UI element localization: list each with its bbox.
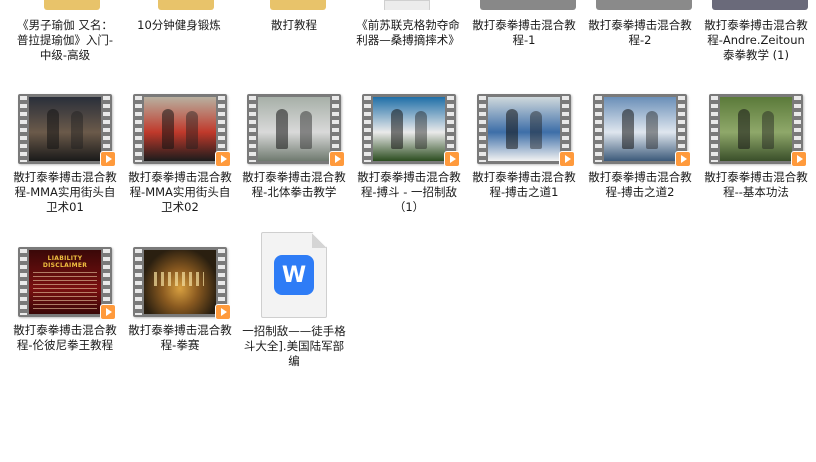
file-item[interactable]: 10分钟健身锻炼	[127, 18, 231, 33]
file-item[interactable]: 散打泰拳搏击混合教程-搏击之道1	[472, 94, 576, 200]
video-frame	[488, 97, 560, 161]
video-frame	[29, 97, 101, 161]
play-icon	[100, 151, 116, 167]
video-thumbnail[interactable]	[362, 94, 460, 167]
file-item[interactable]: 散打泰拳搏击混合教程-1	[472, 18, 576, 48]
play-icon	[215, 304, 231, 320]
folder-icon[interactable]	[158, 0, 214, 10]
file-label: 散打泰拳搏击混合教程-MMA实用街头自卫术01	[13, 170, 117, 214]
file-label: 散打泰拳搏击混合教程-搏斗 - 一招制敌（1）	[357, 170, 461, 214]
file-item[interactable]: 散打泰拳搏击混合教程-MMA实用街头自卫术02	[128, 94, 232, 215]
file-item[interactable]: 散打泰拳搏击混合教程-拳赛	[128, 247, 232, 353]
video-thumbnail[interactable]	[593, 94, 691, 167]
video-thumbnail[interactable]	[133, 247, 231, 320]
file-item[interactable]: LIABILITY DISCLAIMER 散打泰拳搏击混合教程-伦彼尼拳王教程	[13, 247, 117, 353]
file-label: 一招制敌——徒手格斗大全].美国陆军部编	[242, 324, 346, 368]
file-label: 散打泰拳搏击混合教程--基本功法	[704, 170, 808, 199]
video-frame	[373, 97, 445, 161]
film-strip	[593, 94, 687, 164]
file-item[interactable]: 《男子瑜伽 又名：普拉提瑜伽》入门-中级-高级	[13, 18, 117, 63]
video-thumbnail[interactable]	[596, 0, 696, 10]
video-thumbnail[interactable]	[477, 94, 575, 167]
file-item[interactable]: 散打教程	[242, 18, 346, 33]
frame-overlay-text: LIABILITY DISCLAIMER	[42, 255, 88, 269]
video-thumbnail[interactable]: LIABILITY DISCLAIMER	[18, 247, 116, 320]
video-frame	[720, 97, 792, 161]
film-strip	[362, 94, 456, 164]
file-item[interactable]: 《前苏联克格勃夺命利器—桑搏摘摔术》	[356, 18, 460, 48]
file-label: 散打泰拳搏击混合教程-北体拳击教学	[242, 170, 346, 199]
file-item[interactable]: 散打泰拳搏击混合教程-搏斗 - 一招制敌（1）	[357, 94, 461, 215]
video-frame	[258, 97, 330, 161]
file-item[interactable]: 散打泰拳搏击混合教程-北体拳击教学	[242, 94, 346, 200]
folder-icon[interactable]	[270, 0, 326, 10]
file-item[interactable]: 散打泰拳搏击混合教程-Andre.Zeitoun泰拳教学 (1)	[704, 18, 808, 63]
file-label: 散打泰拳搏击混合教程-MMA实用街头自卫术02	[128, 170, 232, 214]
play-icon	[559, 151, 575, 167]
play-icon	[329, 151, 345, 167]
document-icon[interactable]	[384, 0, 430, 10]
file-label: 散打泰拳搏击混合教程-搏击之道2	[588, 170, 692, 199]
wps-document-icon[interactable]: W	[261, 232, 327, 318]
file-item[interactable]: W 一招制敌——徒手格斗大全].美国陆军部编	[242, 232, 346, 369]
play-icon	[444, 151, 460, 167]
film-strip	[709, 94, 803, 164]
video-thumbnail[interactable]	[480, 0, 580, 10]
video-frame	[144, 250, 216, 314]
video-thumbnail[interactable]	[712, 0, 812, 10]
film-strip	[18, 94, 112, 164]
file-label: 10分钟健身锻炼	[137, 18, 221, 32]
play-icon	[215, 151, 231, 167]
play-icon	[100, 304, 116, 320]
file-item[interactable]: 散打泰拳搏击混合教程--基本功法	[704, 94, 808, 200]
file-label: 散打泰拳搏击混合教程-搏击之道1	[472, 170, 576, 199]
wps-logo-icon: W	[274, 255, 314, 295]
video-thumbnail[interactable]	[133, 94, 231, 167]
film-strip	[247, 94, 341, 164]
video-frame	[144, 97, 216, 161]
film-strip	[133, 247, 227, 317]
file-label: 散打泰拳搏击混合教程-拳赛	[128, 323, 232, 352]
play-icon	[791, 151, 807, 167]
video-thumbnail[interactable]	[709, 94, 807, 167]
video-frame: LIABILITY DISCLAIMER	[29, 250, 101, 314]
film-strip	[133, 94, 227, 164]
play-icon	[675, 151, 691, 167]
file-label: 散打泰拳搏击混合教程-1	[472, 18, 576, 47]
file-label: 散打泰拳搏击混合教程-Andre.Zeitoun泰拳教学 (1)	[704, 18, 808, 62]
film-strip: LIABILITY DISCLAIMER	[18, 247, 112, 317]
file-label: 《前苏联克格勃夺命利器—桑搏摘摔术》	[356, 18, 460, 47]
file-item[interactable]: 散打泰拳搏击混合教程-MMA实用街头自卫术01	[13, 94, 117, 215]
file-label: 散打教程	[271, 18, 317, 32]
file-label: 《男子瑜伽 又名：普拉提瑜伽》入门-中级-高级	[16, 18, 114, 62]
film-strip	[477, 94, 571, 164]
video-thumbnail[interactable]	[18, 94, 116, 167]
file-label: 散打泰拳搏击混合教程-2	[588, 18, 692, 47]
file-item[interactable]: 散打泰拳搏击混合教程-搏击之道2	[588, 94, 692, 200]
video-frame	[604, 97, 676, 161]
file-item[interactable]: 散打泰拳搏击混合教程-2	[588, 18, 692, 48]
folder-icon[interactable]	[44, 0, 100, 10]
file-label: 散打泰拳搏击混合教程-伦彼尼拳王教程	[13, 323, 117, 352]
empty-area	[0, 375, 816, 462]
video-thumbnail[interactable]	[247, 94, 345, 167]
